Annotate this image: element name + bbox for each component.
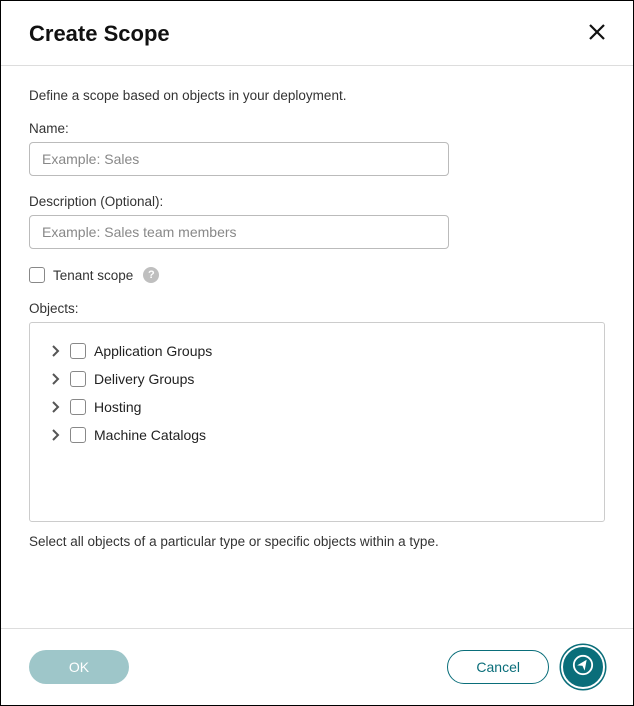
dialog-content: Define a scope based on objects in your … xyxy=(1,66,633,549)
objects-hint: Select all objects of a particular type … xyxy=(29,534,605,549)
close-button[interactable] xyxy=(585,22,609,46)
description-label: Description (Optional): xyxy=(29,194,605,209)
tenant-scope-label: Tenant scope xyxy=(53,268,133,283)
chevron-right-icon[interactable] xyxy=(50,373,62,385)
object-checkbox[interactable] xyxy=(70,427,86,443)
navigate-fab[interactable] xyxy=(561,645,605,689)
close-icon xyxy=(588,23,606,46)
object-checkbox[interactable] xyxy=(70,399,86,415)
description-input[interactable] xyxy=(29,215,449,249)
tree-item-application-groups: Application Groups xyxy=(50,337,584,365)
dialog-title: Create Scope xyxy=(29,21,170,47)
tree-item-hosting: Hosting xyxy=(50,393,584,421)
tree-label: Delivery Groups xyxy=(94,371,194,387)
chevron-right-icon[interactable] xyxy=(50,345,62,357)
cancel-button[interactable]: Cancel xyxy=(447,650,549,684)
tree-label: Hosting xyxy=(94,399,141,415)
tree-item-delivery-groups: Delivery Groups xyxy=(50,365,584,393)
tenant-scope-row: Tenant scope ? xyxy=(29,267,605,283)
name-label: Name: xyxy=(29,121,605,136)
object-checkbox[interactable] xyxy=(70,371,86,387)
ok-button[interactable]: OK xyxy=(29,650,129,684)
footer-right: Cancel xyxy=(447,645,605,689)
help-icon[interactable]: ? xyxy=(143,267,159,283)
chevron-right-icon[interactable] xyxy=(50,429,62,441)
tree-label: Application Groups xyxy=(94,343,212,359)
objects-box: Application Groups Delivery Groups Hosti… xyxy=(29,322,605,522)
chevron-right-icon[interactable] xyxy=(50,401,62,413)
dialog-header: Create Scope xyxy=(1,1,633,66)
name-input[interactable] xyxy=(29,142,449,176)
object-checkbox[interactable] xyxy=(70,343,86,359)
intro-text: Define a scope based on objects in your … xyxy=(29,88,605,103)
tenant-scope-checkbox[interactable] xyxy=(29,267,45,283)
tree-label: Machine Catalogs xyxy=(94,427,206,443)
tree-item-machine-catalogs: Machine Catalogs xyxy=(50,421,584,449)
dialog-footer: OK Cancel xyxy=(1,628,633,705)
navigate-icon xyxy=(572,654,594,681)
objects-label: Objects: xyxy=(29,301,605,316)
